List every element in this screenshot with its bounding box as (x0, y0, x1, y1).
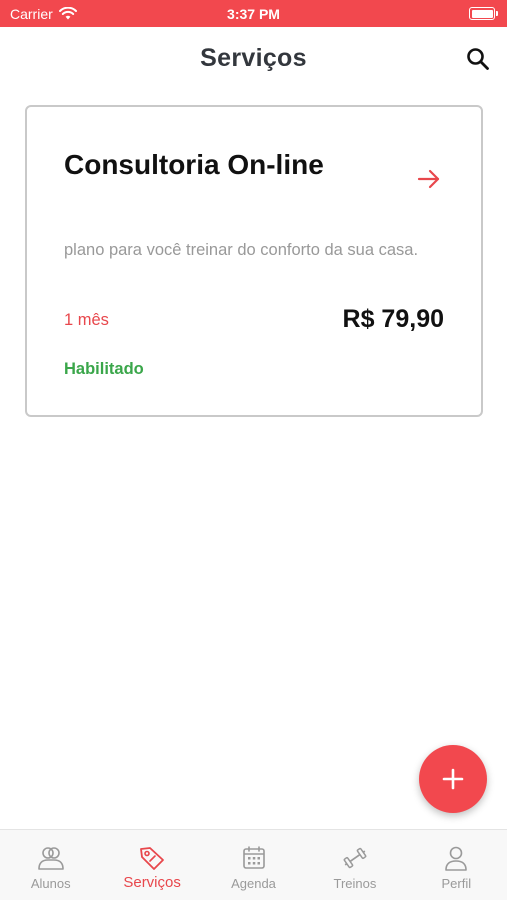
service-price: R$ 79,90 (342, 305, 444, 333)
service-card[interactable]: Consultoria On-line plano para você trei… (25, 105, 483, 417)
battery-level (471, 9, 493, 18)
users-icon (37, 847, 64, 870)
service-duration: 1 mês (64, 311, 109, 329)
search-icon (467, 48, 489, 70)
search-button[interactable] (465, 46, 491, 72)
arrow-right-icon (417, 169, 440, 189)
tag-icon (140, 847, 165, 870)
tab-bar: Alunos Serviços Agenda Treinos Perfil (0, 829, 507, 900)
page-title: Serviços (200, 44, 307, 72)
service-status: Habilitado (64, 360, 144, 378)
tab-label-servicos: Serviços (123, 874, 181, 891)
status-left: Carrier (10, 6, 77, 22)
tab-agenda[interactable]: Agenda (203, 830, 304, 900)
tab-perfil[interactable]: Perfil (406, 830, 507, 900)
tab-label-agenda: Agenda (231, 876, 276, 891)
dumbbell-icon (343, 847, 367, 869)
service-description: plano para você treinar do conforto da s… (64, 241, 419, 259)
service-title: Consultoria On-line (64, 149, 324, 180)
person-icon (445, 846, 468, 871)
wifi-icon (58, 7, 77, 20)
header: Serviços (0, 27, 507, 93)
open-service-button[interactable] (415, 165, 443, 193)
calendar-icon (242, 846, 265, 869)
tab-label-alunos: Alunos (30, 876, 71, 891)
plus-icon (442, 768, 464, 790)
carrier-label: Carrier (10, 5, 53, 22)
tab-label-treinos: Treinos (333, 876, 377, 891)
tab-servicos[interactable]: Serviços (101, 830, 202, 900)
tab-alunos[interactable]: Alunos (0, 830, 101, 900)
add-service-button[interactable] (419, 745, 487, 813)
status-bar: Carrier 3:37 PM (0, 0, 507, 27)
services-screen: Carrier 3:37 PM Serviços Consultoria On-… (0, 0, 507, 900)
tab-treinos[interactable]: Treinos (304, 830, 405, 900)
tab-label-perfil: Perfil (441, 876, 472, 891)
battery-icon (469, 7, 498, 20)
